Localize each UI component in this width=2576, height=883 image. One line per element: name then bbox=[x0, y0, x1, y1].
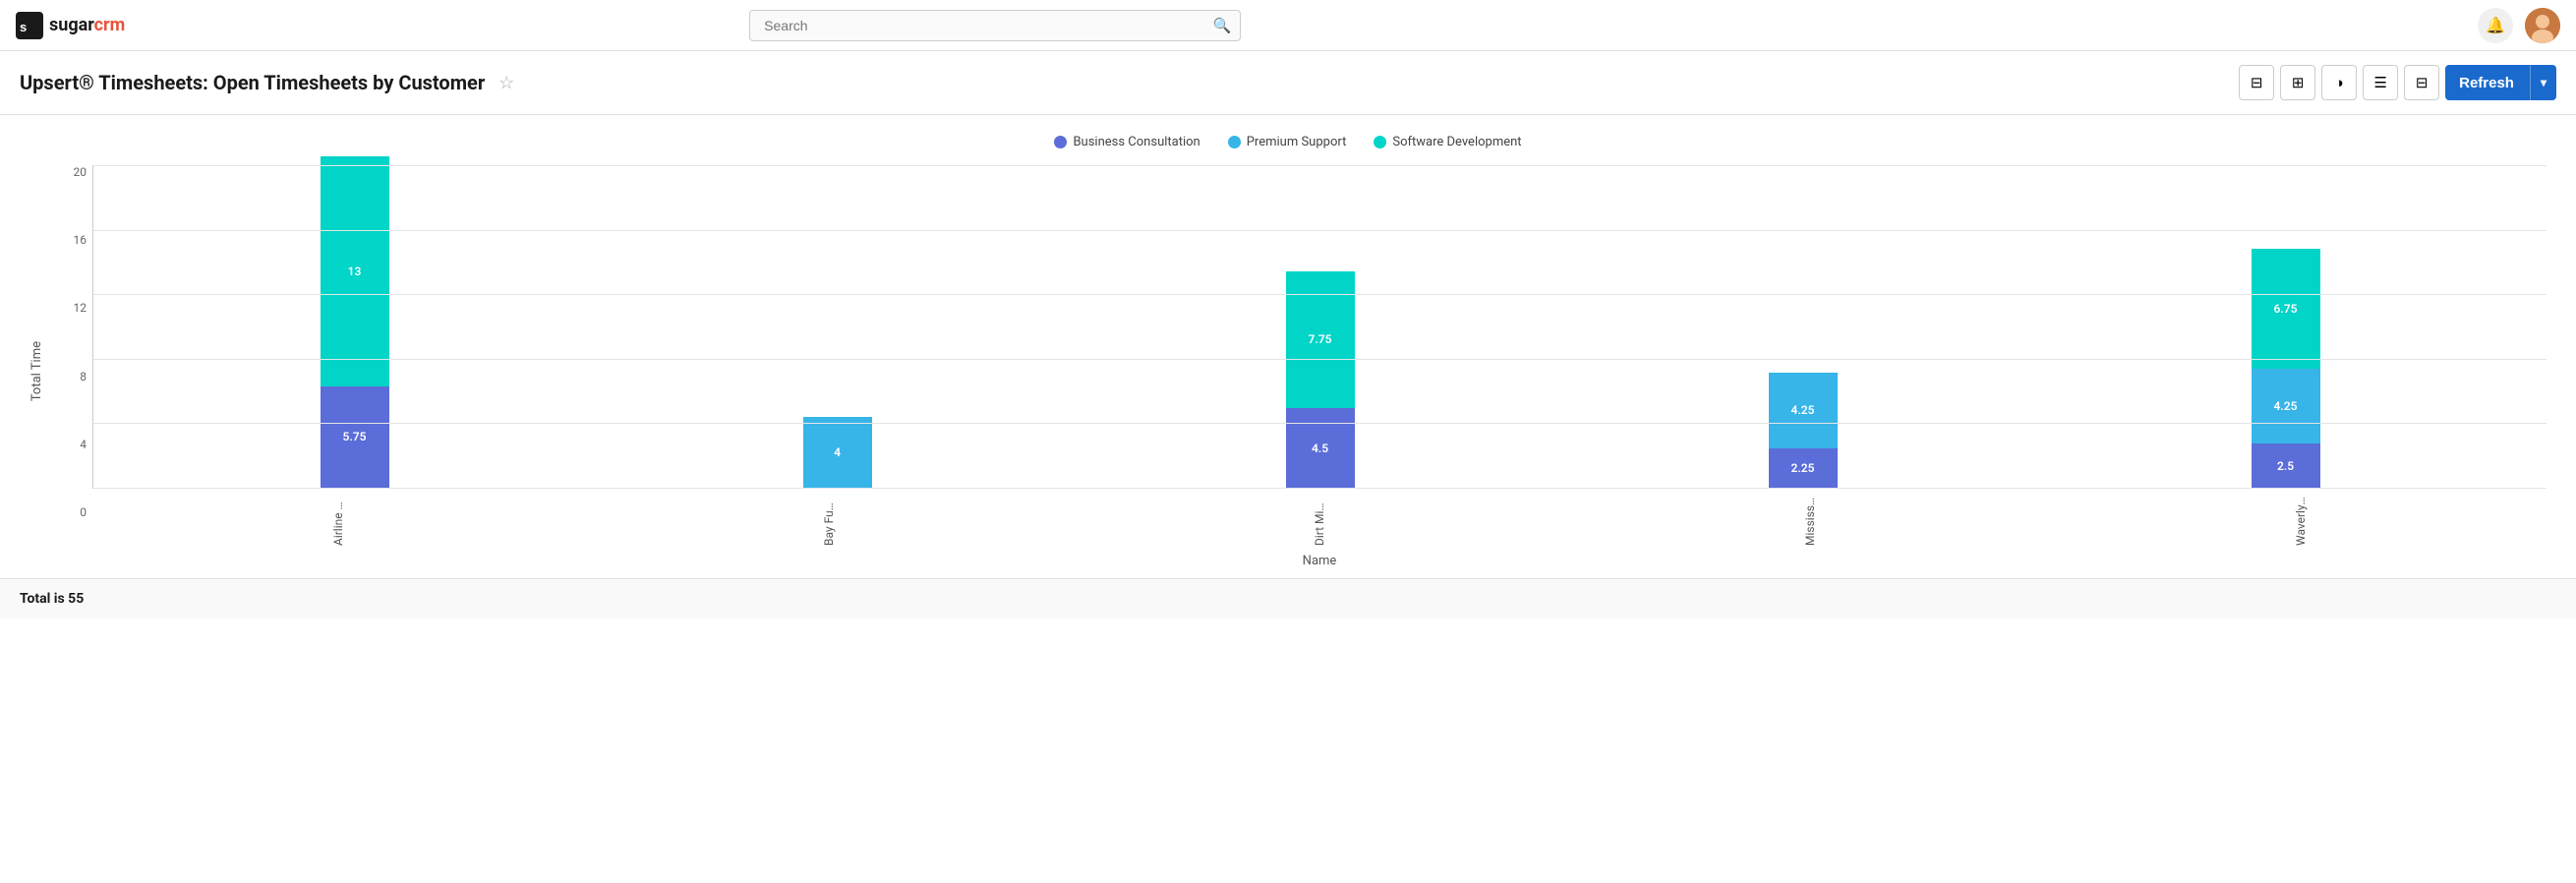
chart-legend: Business Consultation Premium Support So… bbox=[29, 135, 2547, 149]
x-label: Mississippi Bank Gr... bbox=[1803, 497, 1817, 546]
search-input[interactable] bbox=[749, 10, 1241, 41]
legend-dot bbox=[1228, 136, 1241, 148]
bar-segment: 6.75 bbox=[2252, 249, 2320, 369]
svg-text:s: s bbox=[20, 20, 27, 34]
grid-line bbox=[93, 294, 2547, 295]
legend-item: Business Consultation bbox=[1054, 135, 1200, 149]
legend-dot bbox=[1054, 136, 1067, 148]
bar-stack: 4.57.75 bbox=[1286, 271, 1355, 489]
refresh-caret-icon[interactable]: ▾ bbox=[2530, 65, 2556, 100]
bell-icon: 🔔 bbox=[2486, 16, 2505, 35]
y-tick: 16 bbox=[74, 233, 93, 247]
y-tick: 20 bbox=[74, 165, 93, 179]
y-axis: 20 16 12 8 4 0 bbox=[53, 165, 92, 578]
list-icon: ☰ bbox=[2373, 74, 2386, 91]
legend-label: Software Development bbox=[1392, 135, 1521, 149]
bar-segment: 2.5 bbox=[2252, 443, 2320, 488]
bar-segment: 13 bbox=[321, 156, 389, 386]
x-label-group: Airline Maintenance... bbox=[92, 489, 583, 548]
grid-view-button[interactable]: ⊞ bbox=[2280, 65, 2315, 100]
list-view-button[interactable]: ☰ bbox=[2363, 65, 2398, 100]
bar-segment: 4 bbox=[803, 417, 872, 488]
bar-segment: 4.25 bbox=[1769, 373, 1838, 448]
bar-group[interactable]: 4 bbox=[596, 165, 1079, 488]
y-tick: 4 bbox=[80, 438, 92, 451]
logo-icon: s bbox=[16, 12, 43, 39]
search-icon[interactable]: 🔍 bbox=[1212, 17, 1231, 34]
page-header: Upsert® Timesheets: Open Timesheets by C… bbox=[0, 51, 2576, 115]
filter-icon: ⊟ bbox=[2251, 74, 2263, 91]
pie-icon: ◑ bbox=[2335, 75, 2344, 91]
x-label: Waverly Trading Hou... bbox=[2294, 497, 2308, 546]
bar-stack: 2.54.256.75 bbox=[2252, 249, 2320, 488]
grid-line bbox=[93, 423, 2547, 424]
legend-dot bbox=[1374, 136, 1386, 148]
x-axis-title: Name bbox=[92, 548, 2547, 578]
notification-button[interactable]: 🔔 bbox=[2478, 8, 2513, 43]
legend-item: Premium Support bbox=[1228, 135, 1347, 149]
x-axis: Airline Maintenance... Bay Funding Co Dirt… bbox=[92, 489, 2547, 548]
bar-group[interactable]: 4.57.75 bbox=[1079, 165, 1561, 488]
y-tick: 0 bbox=[80, 505, 92, 519]
x-label: Bay Funding Co bbox=[822, 497, 836, 546]
avatar-icon bbox=[2525, 8, 2560, 43]
chart-area: Business Consultation Premium Support So… bbox=[0, 115, 2576, 578]
bar-group[interactable]: 2.254.25 bbox=[1561, 165, 2044, 488]
nav-right: 🔔 bbox=[2478, 8, 2560, 43]
bar-segment: 2.25 bbox=[1769, 448, 1838, 489]
x-label-group: Mississippi Bank Gr... bbox=[1565, 489, 2056, 548]
x-label-group: Bay Funding Co bbox=[583, 489, 1074, 548]
chart-view-button[interactable]: ◑ bbox=[2321, 65, 2357, 100]
bar-segment: 4.5 bbox=[1286, 408, 1355, 488]
bars-container: 5.751344.57.752.254.252.54.256.75 bbox=[93, 165, 2547, 488]
grid-line bbox=[93, 359, 2547, 360]
bar-segment: 5.75 bbox=[321, 386, 389, 489]
bar-segment: 7.75 bbox=[1286, 271, 1355, 409]
refresh-label: Refresh bbox=[2445, 75, 2530, 91]
bar-group[interactable]: 2.54.256.75 bbox=[2044, 165, 2527, 488]
bar-segment: 4.25 bbox=[2252, 369, 2320, 444]
logo[interactable]: s sugarcrm bbox=[16, 12, 125, 39]
search-bar: 🔍 bbox=[749, 10, 1241, 41]
x-label: Airline Maintenance... bbox=[331, 497, 345, 546]
legend-label: Premium Support bbox=[1247, 135, 1347, 149]
x-label-group: Dirt Mining Ltd bbox=[1074, 489, 1564, 548]
bar-stack: 2.254.25 bbox=[1769, 373, 1838, 488]
split-view-button[interactable]: ⊟ bbox=[2404, 65, 2439, 100]
y-tick: 8 bbox=[80, 370, 92, 383]
x-label: Dirt Mining Ltd bbox=[1313, 497, 1326, 546]
chart-body: 5.751344.57.752.254.252.54.256.75 Airlin… bbox=[92, 165, 2547, 578]
top-nav: s sugarcrm 🔍 🔔 bbox=[0, 0, 2576, 51]
page-footer: Total is 55 bbox=[0, 578, 2576, 618]
grid-line bbox=[93, 230, 2547, 231]
logo-text: sugarcrm bbox=[49, 15, 125, 35]
total-label: Total is 55 bbox=[20, 591, 84, 607]
bar-group[interactable]: 5.7513 bbox=[113, 165, 596, 488]
filter-button[interactable]: ⊟ bbox=[2239, 65, 2274, 100]
y-axis-label: Total Time bbox=[29, 341, 44, 401]
bar-stack: 4 bbox=[803, 417, 872, 488]
grid-icon: ⊞ bbox=[2292, 74, 2305, 91]
favorite-button[interactable]: ☆ bbox=[497, 71, 516, 95]
split-icon: ⊟ bbox=[2416, 74, 2429, 91]
avatar[interactable] bbox=[2525, 8, 2560, 43]
grid-line bbox=[93, 165, 2547, 166]
header-actions: ⊟ ⊞ ◑ ☰ ⊟ Refresh ▾ bbox=[2239, 65, 2556, 100]
x-label-group: Waverly Trading Hou... bbox=[2056, 489, 2547, 548]
page-title: Upsert® Timesheets: Open Timesheets by C… bbox=[20, 71, 485, 94]
refresh-button[interactable]: Refresh ▾ bbox=[2445, 65, 2556, 100]
legend-item: Software Development bbox=[1374, 135, 1521, 149]
chart-grid: 5.751344.57.752.254.252.54.256.75 bbox=[92, 165, 2547, 489]
grid-line bbox=[93, 488, 2547, 489]
legend-label: Business Consultation bbox=[1073, 135, 1200, 149]
bar-stack: 5.7513 bbox=[321, 156, 389, 489]
y-tick: 12 bbox=[74, 301, 93, 315]
